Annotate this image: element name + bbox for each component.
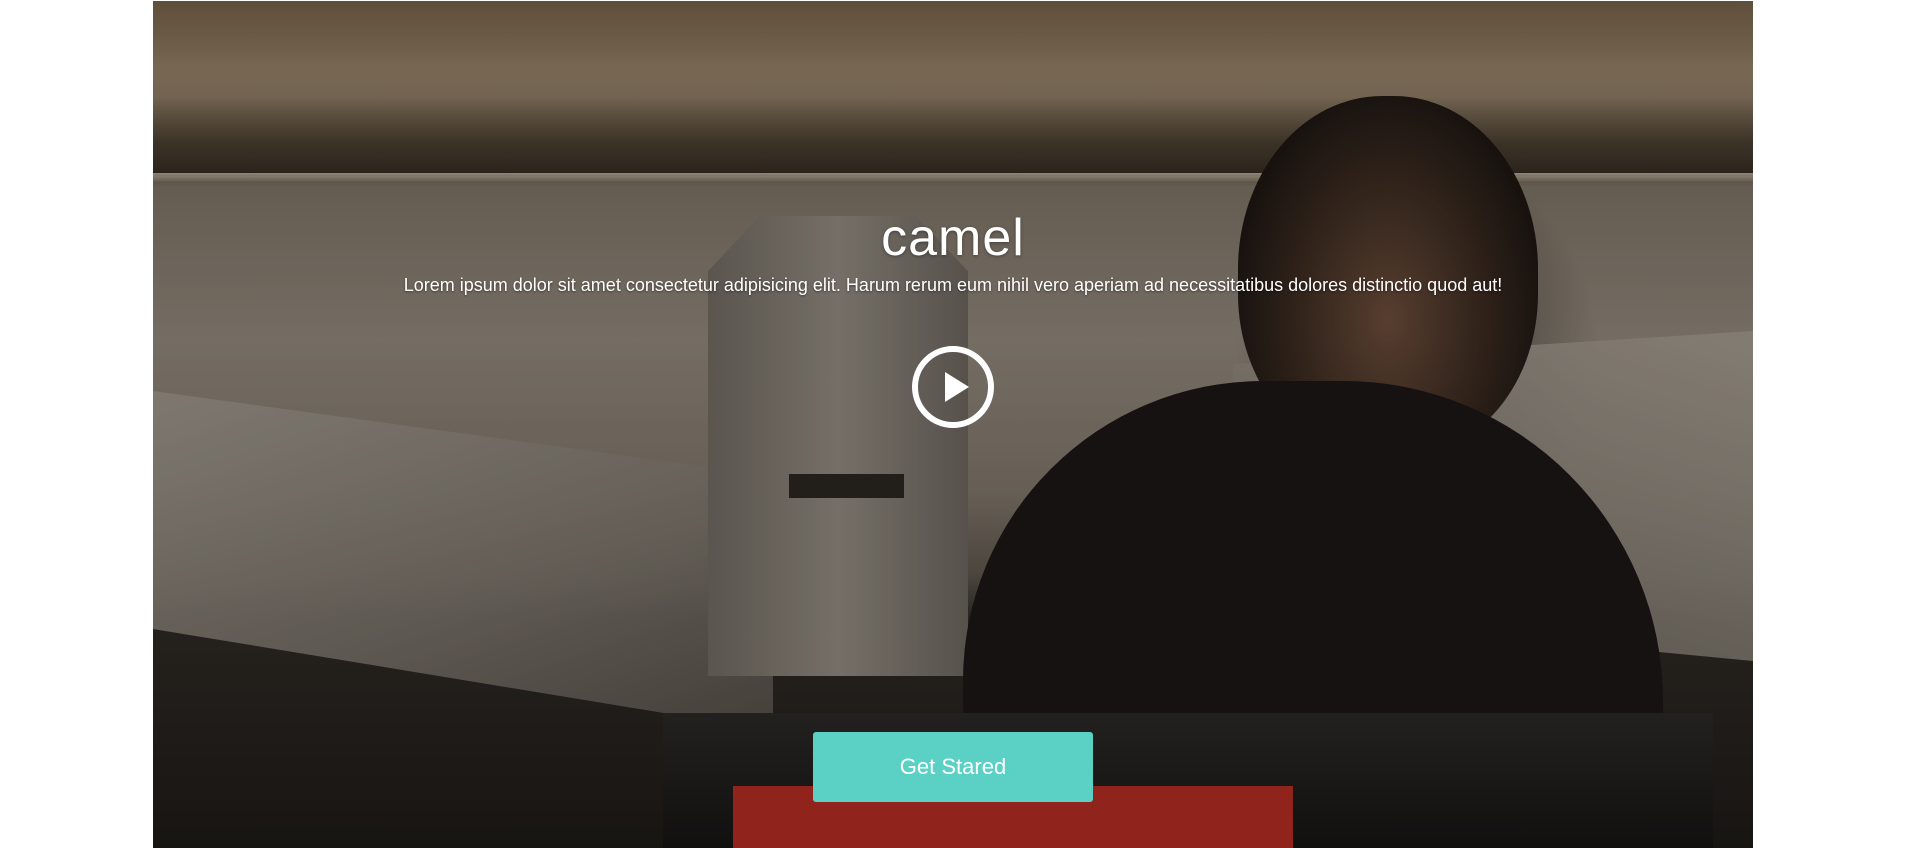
- play-circle-icon: [945, 372, 969, 402]
- play-button[interactable]: [912, 346, 994, 428]
- get-started-button[interactable]: Get Stared: [813, 732, 1093, 802]
- hero-title: camel: [881, 209, 1025, 267]
- hero-subtitle: Lorem ipsum dolor sit amet consectetur a…: [403, 275, 1503, 295]
- hero-content: camel Lorem ipsum dolor sit amet consect…: [153, 1, 1753, 848]
